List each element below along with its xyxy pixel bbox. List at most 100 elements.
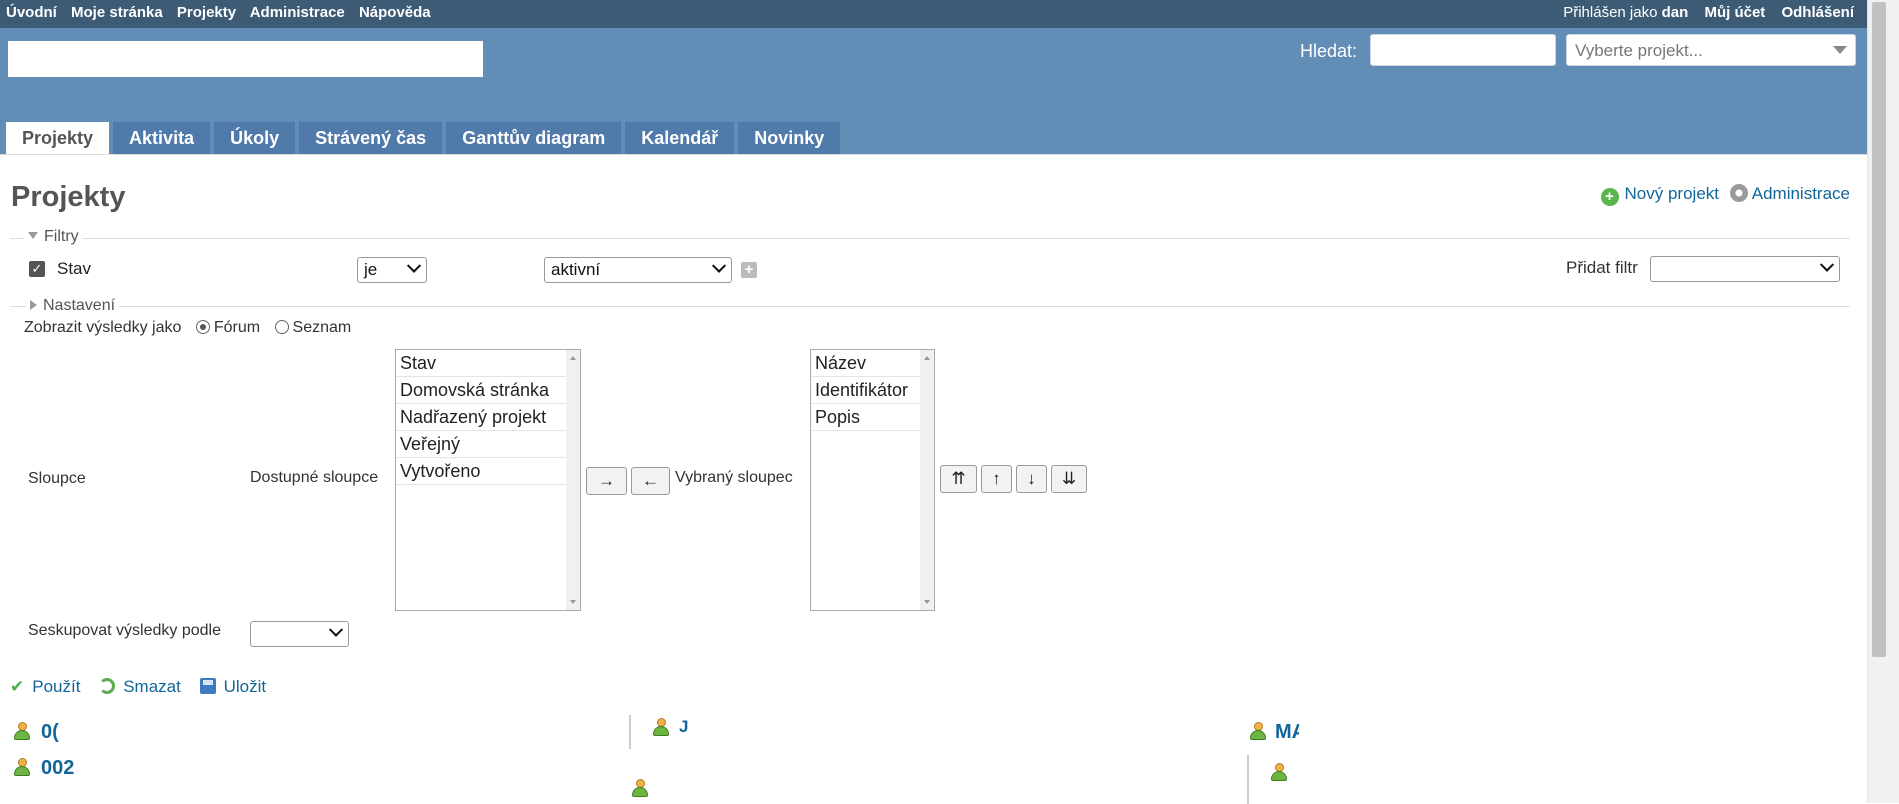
list-item[interactable]: Popis [811,404,934,431]
project-icon [1249,722,1267,740]
page-title: Projekty [11,181,126,213]
project-icon [1270,763,1288,781]
list-item[interactable]: Vytvořeno [396,458,580,485]
options-legend[interactable]: Nastavení [26,297,120,315]
list-item[interactable]: Nadřazený projekt [396,404,580,431]
tab-issues[interactable]: Úkoly [214,122,296,154]
list-item[interactable]: Název [811,350,934,377]
add-filter-label: Přidat filtr [1566,258,1638,277]
status-filter-checkbox[interactable]: ✓ [29,261,45,277]
top-menu-administration[interactable]: Administrace [250,4,345,21]
add-icon: + [1600,188,1619,206]
scrollbar[interactable] [566,350,580,610]
project-link[interactable]: MA [1275,721,1299,744]
project-icon [13,722,31,740]
search-input[interactable] [1370,34,1556,66]
selected-columns-label: Vybraný sloupec [675,469,793,486]
display-board-radio[interactable] [195,320,210,334]
tab-news[interactable]: Novinky [738,122,841,154]
display-list-radio[interactable] [274,320,289,334]
chevron-down-icon [1833,46,1847,54]
filters-legend-label: Filtry [44,228,79,245]
project-link[interactable]: 002 [41,757,86,780]
add-filter-select[interactable] [1650,256,1840,282]
status-filter-label: Stav [57,259,92,278]
list-item[interactable]: Veřejný [396,431,580,458]
chevron-down-icon [1819,257,1835,272]
group-by-select[interactable] [250,621,349,647]
logged-in-user[interactable]: dan [1662,4,1689,21]
administration-link[interactable]: Administrace [1752,184,1850,203]
group-by-label: Seskupovat výsledky podle [28,622,221,639]
header: Hledat: Vyberte projekt... Projekty Akti… [0,28,1868,154]
filters-border [10,238,1850,239]
status-value-select[interactable]: aktivní [544,257,732,283]
top-menu-left: Úvodní Moje stránka Projekty Administrac… [6,4,441,21]
status-operator-select[interactable]: je [357,257,427,283]
board-separator [1247,755,1249,804]
available-columns-label: Dostupné sloupce [250,469,379,486]
top-menu-home[interactable]: Úvodní [6,4,57,21]
board-separator [629,715,631,749]
query-actions: ✔ Použít Smazat Uložit [10,677,280,697]
top-menu-my-page[interactable]: Moje stránka [71,4,163,21]
status-operator-value: je [364,260,378,279]
project-icon [13,758,31,776]
available-columns-list[interactable]: Stav Domovská stránka Nadřazený projekt … [395,349,581,611]
save-link[interactable]: Uložit [224,677,267,696]
tab-time-entries[interactable]: Strávený čas [299,122,443,154]
options-legend-label: Nastavení [43,297,116,314]
chevron-down-icon [406,258,422,273]
content: Projekty + Nový projekt Administrace Filt… [0,154,1868,804]
top-menu: Úvodní Moje stránka Projekty Administrac… [0,0,1868,28]
account-menu: Přihlášen jako dan Můj účet Odhlášení [1563,4,1854,21]
display-list-label: Seznam [292,319,352,336]
my-account-link[interactable]: Můj účet [1704,4,1765,21]
project-link[interactable]: 0( [41,721,61,744]
apply-link[interactable]: Použít [32,677,80,696]
tab-calendar[interactable]: Kalendář [625,122,735,154]
options-border [10,306,1850,307]
columns-label: Sloupce [28,470,86,487]
add-value-icon[interactable]: + [741,262,757,278]
header-logo-area [8,41,483,77]
move-top-button[interactable]: ⇈ [940,465,977,493]
scrollbar-thumb[interactable] [1872,2,1886,657]
list-item[interactable]: Domovská stránka [396,377,580,404]
project-jump-placeholder: Vyberte projekt... [1575,41,1703,60]
scrollbar[interactable] [920,350,934,610]
selected-columns-list[interactable]: Název Identifikátor Popis [810,349,935,611]
display-type-row: Zobrazit výsledky jako Fórum Seznam [24,319,351,337]
top-menu-projects[interactable]: Projekty [177,4,236,21]
logged-in-prefix: Přihlášen jako [1563,4,1658,21]
filters-legend[interactable]: Filtry [24,228,83,246]
move-right-button[interactable]: → [586,467,627,495]
tab-gantt[interactable]: Ganttův diagram [446,122,622,154]
new-project-link[interactable]: Nový projekt [1625,184,1719,203]
tab-projects[interactable]: Projekty [6,122,110,154]
list-item[interactable]: Stav [396,350,580,377]
page-scrollbar[interactable] [1867,0,1899,803]
display-as-label: Zobrazit výsledky jako [24,319,182,336]
move-left-button[interactable]: ← [631,467,670,495]
display-board-label: Fórum [213,319,261,336]
logout-link[interactable]: Odhlášení [1781,4,1854,21]
list-item[interactable]: Identifikátor [811,377,934,404]
project-icon [631,779,649,797]
search-label: Hledat: [1300,41,1358,61]
gear-icon [1729,184,1748,202]
project-link[interactable]: J [679,717,691,737]
project-jump-select[interactable]: Vyberte projekt... [1566,34,1856,66]
move-bottom-button[interactable]: ⇊ [1051,465,1087,493]
triangle-down-icon [28,232,38,239]
check-icon: ✔ [10,677,25,696]
contextual-links: + Nový projekt Administrace [1600,184,1850,206]
move-up-button[interactable]: ↑ [981,465,1012,493]
save-icon [199,678,216,694]
project-icon [652,718,670,736]
main-menu: Projekty Aktivita Úkoly Strávený čas Gan… [6,122,844,154]
clear-link[interactable]: Smazat [123,677,181,696]
top-menu-help[interactable]: Nápověda [359,4,431,21]
tab-activity[interactable]: Aktivita [113,122,211,154]
move-down-button[interactable]: ↓ [1016,465,1047,493]
